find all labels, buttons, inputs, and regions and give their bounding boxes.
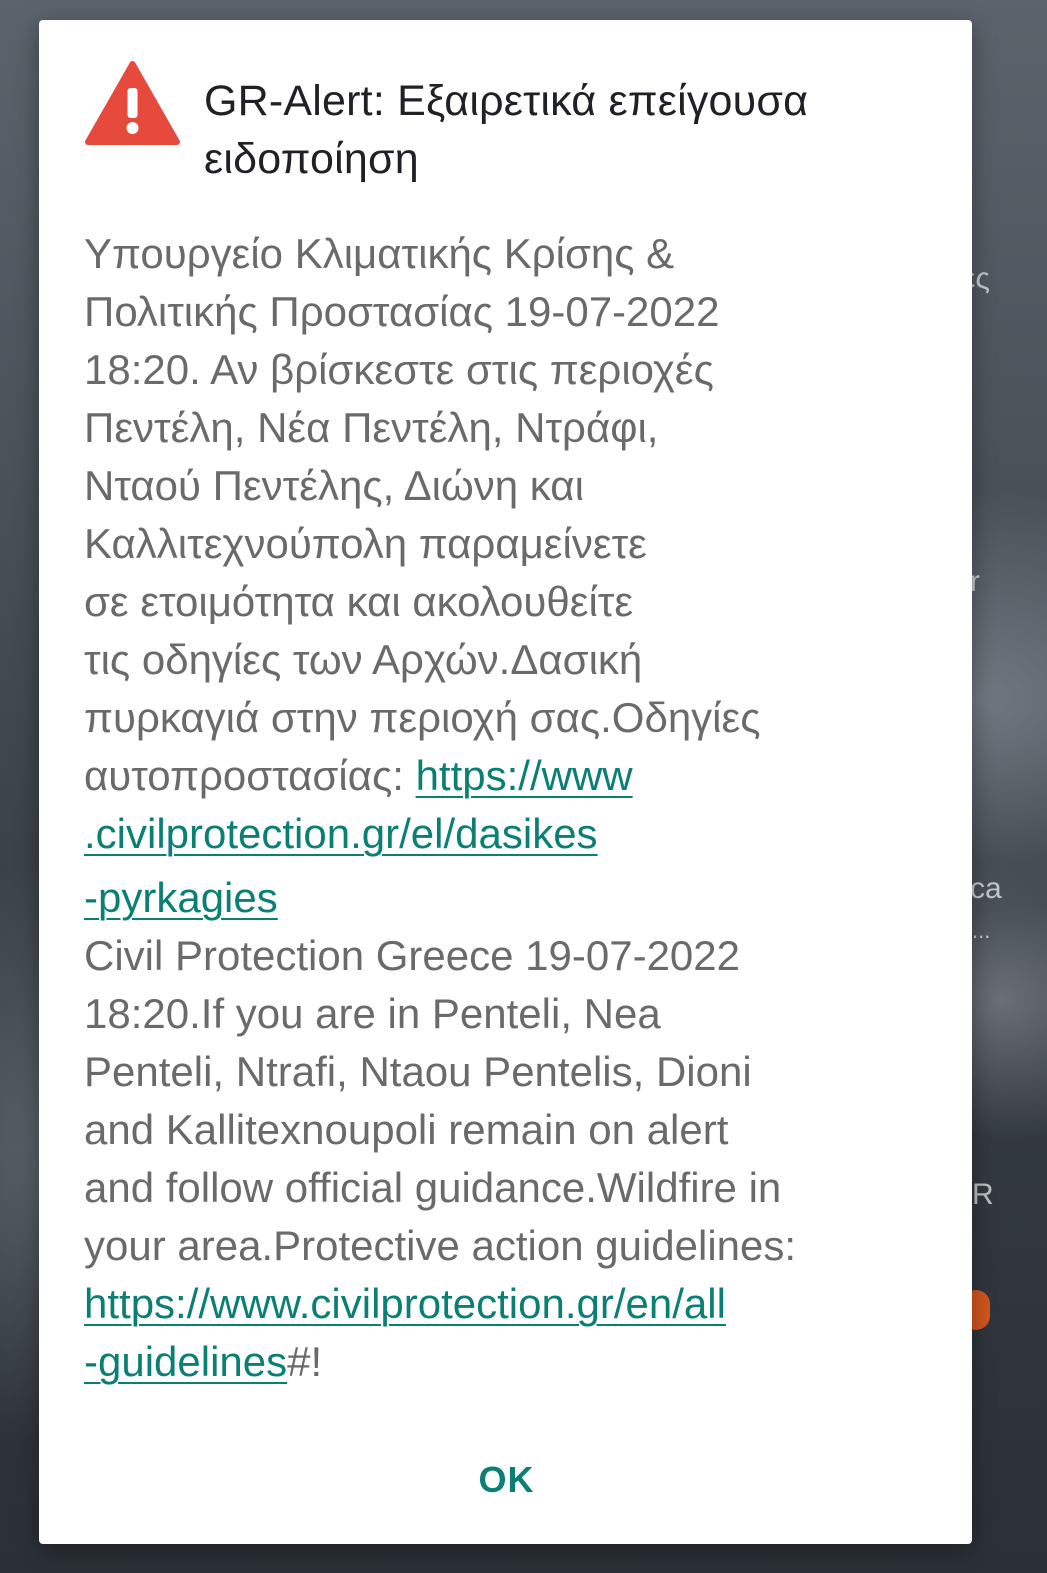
message-line: Πολιτικής Προστασίας 19-07-2022: [84, 288, 720, 335]
message-line: Penteli, Ntrafi, Ntaou Pentelis, Dioni: [84, 1048, 752, 1095]
message-line: -guidelines#!: [84, 1333, 944, 1391]
background-text-fragment: ca: [970, 872, 1002, 905]
message-line: Civil Protection Greece 19-07-2022: [84, 932, 741, 979]
warning-triangle-icon: [85, 61, 180, 145]
alert-message: Υπουργείο Κλιματικής Κρίσης & Πολιτικής …: [84, 225, 944, 1391]
link-suffix: #!: [287, 1338, 323, 1385]
english-guidelines-link[interactable]: https://www.civilprotection.gr/en/all: [84, 1280, 726, 1327]
alert-title: GR-Alert: Εξαιρετικά επείγουσα ειδοποίησ…: [204, 77, 809, 183]
message-line: .civilprotection.gr/el/dasikes: [84, 805, 944, 863]
message-line: -pyrkagies: [84, 869, 944, 927]
emergency-alert-dialog: GR-Alert: Εξαιρετικά επείγουσα ειδοποίησ…: [39, 20, 972, 1544]
background-text-fragment: ...: [972, 918, 991, 943]
message-line: 18:20.If you are in Penteli, Nea: [84, 990, 661, 1037]
message-line: Νταού Πεντέλης, Διώνη και: [84, 462, 584, 509]
greek-link-prefix: αυτοπροστασίας:: [84, 752, 416, 799]
ok-button[interactable]: OK: [469, 1450, 544, 1510]
message-line: πυρκαγιά στην περιοχή σας.Οδηγίες: [84, 694, 761, 741]
english-guidelines-link[interactable]: -guidelines: [84, 1338, 287, 1385]
message-line: σε ετοιμότητα και ακολουθείτε: [84, 578, 634, 625]
message-line: https://www.civilprotection.gr/en/all: [84, 1275, 944, 1333]
greek-guidelines-link[interactable]: https://www: [416, 752, 633, 799]
message-line: and follow official guidance.Wildfire in: [84, 1164, 782, 1211]
message-line: τις οδηγίες των Αρχών.Δασική: [84, 636, 643, 683]
message-line: Υπουργείο Κλιματικής Κρίσης &: [84, 230, 675, 277]
message-line: αυτοπροστασίας: https://www: [84, 747, 944, 805]
message-line: your area.Protective action guidelines:: [84, 1222, 797, 1269]
message-line: Πεντέλη, Νέα Πεντέλη, Ντράφι,: [84, 404, 659, 451]
message-line: 18:20. Αν βρίσκεστε στις περιοχές: [84, 346, 714, 393]
message-line: Καλλιτεχνούπολη παραμείνετε: [84, 520, 647, 567]
message-line: and Kallitexnoupoli remain on alert: [84, 1106, 729, 1153]
greek-guidelines-link[interactable]: -pyrkagies: [84, 874, 278, 921]
greek-guidelines-link[interactable]: .civilprotection.gr/el/dasikes: [84, 810, 598, 857]
background-text-fragment: R: [972, 1178, 994, 1211]
